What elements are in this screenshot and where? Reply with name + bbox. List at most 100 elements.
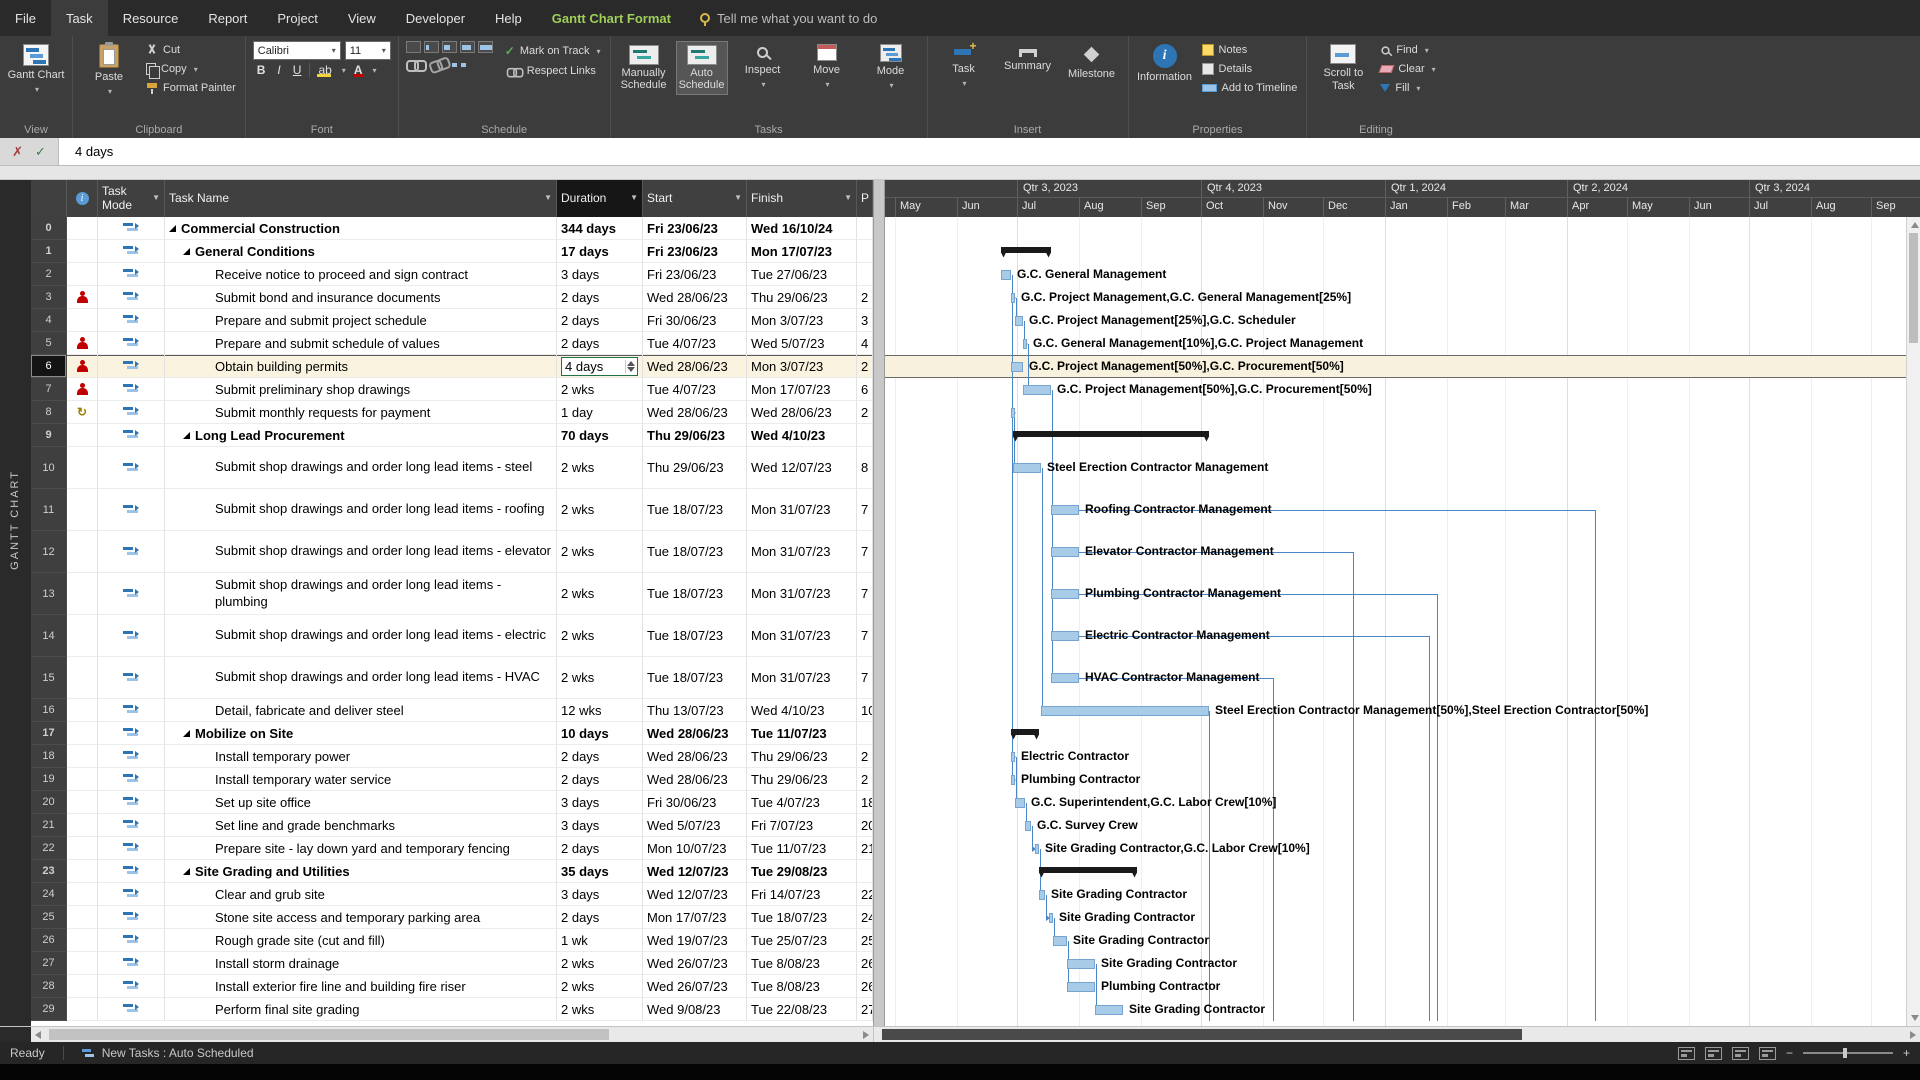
duration-cell[interactable]: 12 wks bbox=[557, 699, 643, 722]
start-cell[interactable]: Mon 10/07/23 bbox=[643, 837, 747, 860]
finish-cell[interactable]: Fri 14/07/23 bbox=[747, 883, 857, 906]
table-row[interactable]: 27Install storm drainage2 wksWed 26/07/2… bbox=[31, 952, 873, 975]
row-number[interactable]: 7 bbox=[31, 378, 67, 401]
finish-cell[interactable]: Mon 17/07/23 bbox=[747, 240, 857, 263]
start-cell[interactable]: Fri 30/06/23 bbox=[643, 791, 747, 814]
row-number[interactable]: 26 bbox=[31, 929, 67, 952]
indicators-column-header[interactable]: i bbox=[67, 180, 98, 217]
insert-milestone-button[interactable]: Milestone bbox=[1063, 41, 1121, 81]
italic-button[interactable]: I bbox=[273, 63, 284, 77]
finish-cell[interactable]: Wed 4/10/23 bbox=[747, 699, 857, 722]
add-to-timeline-button[interactable]: Add to Timeline bbox=[1200, 81, 1300, 95]
task-name-cell[interactable]: Prepare and submit project schedule bbox=[165, 309, 557, 332]
task-mode-cell[interactable] bbox=[98, 929, 165, 952]
duration-cell[interactable]: 1 day bbox=[557, 401, 643, 424]
start-cell[interactable]: Tue 18/07/23 bbox=[643, 657, 747, 699]
task-name-cell[interactable]: Stone site access and temporary parking … bbox=[165, 906, 557, 929]
start-cell[interactable]: Wed 28/06/23 bbox=[643, 722, 747, 745]
task-mode-cell[interactable] bbox=[98, 378, 165, 401]
chart-scroll-thumb[interactable] bbox=[882, 1029, 1522, 1040]
chart-horizontal-scrollbar[interactable] bbox=[873, 1027, 1920, 1042]
table-scroll-thumb[interactable] bbox=[49, 1029, 609, 1040]
duration-cell[interactable]: 2 wks bbox=[557, 657, 643, 699]
start-column-header[interactable]: Start▼ bbox=[643, 180, 747, 217]
spinner-up-icon[interactable] bbox=[627, 361, 635, 366]
predecessors-cell[interactable] bbox=[857, 263, 873, 286]
table-row[interactable]: 23Site Grading and Utilities35 daysWed 1… bbox=[31, 860, 873, 883]
predecessors-cell[interactable]: 18 bbox=[857, 791, 873, 814]
task-bar[interactable] bbox=[1023, 339, 1027, 349]
task-name-cell[interactable]: Submit shop drawings and order long lead… bbox=[165, 615, 557, 657]
task-name-cell[interactable]: Clear and grub site bbox=[165, 883, 557, 906]
task-mode-cell[interactable] bbox=[98, 489, 165, 531]
task-bar[interactable] bbox=[1051, 547, 1079, 557]
finish-cell[interactable]: Tue 27/06/23 bbox=[747, 263, 857, 286]
task-bar[interactable] bbox=[1051, 589, 1079, 599]
duration-cell[interactable]: 2 days bbox=[557, 768, 643, 791]
task-name-cell[interactable]: General Conditions bbox=[165, 240, 557, 263]
filter-arrow-icon[interactable]: ▼ bbox=[152, 194, 160, 203]
task-name-cell[interactable]: Mobilize on Site bbox=[165, 722, 557, 745]
start-cell[interactable]: Wed 9/08/23 bbox=[643, 998, 747, 1021]
task-name-cell[interactable]: Receive notice to proceed and sign contr… bbox=[165, 263, 557, 286]
insert-task-button[interactable]: Task ▾ bbox=[935, 41, 993, 88]
predecessors-cell[interactable]: 20 bbox=[857, 814, 873, 837]
row-number[interactable]: 12 bbox=[31, 531, 67, 573]
task-name-cell[interactable]: Prepare site - lay down yard and tempora… bbox=[165, 837, 557, 860]
table-row[interactable]: 6Obtain building permits4 daysWed 28/06/… bbox=[31, 355, 873, 378]
tab-task[interactable]: Task bbox=[51, 0, 108, 36]
task-bar[interactable] bbox=[1041, 706, 1209, 716]
start-cell[interactable]: Tue 4/07/23 bbox=[643, 378, 747, 401]
table-row[interactable]: 20Set up site office3 daysFri 30/06/23Tu… bbox=[31, 791, 873, 814]
task-bar[interactable] bbox=[1051, 673, 1079, 683]
predecessors-cell[interactable] bbox=[857, 424, 873, 447]
task-name-cell[interactable]: Set up site office bbox=[165, 791, 557, 814]
row-number[interactable]: 14 bbox=[31, 615, 67, 657]
finish-cell[interactable]: Tue 8/08/23 bbox=[747, 975, 857, 998]
underline-button[interactable]: U bbox=[289, 63, 306, 77]
start-cell[interactable]: Wed 26/07/23 bbox=[643, 952, 747, 975]
task-bar[interactable] bbox=[1035, 844, 1039, 854]
task-bar[interactable] bbox=[1039, 890, 1045, 900]
duration-column-header[interactable]: Duration▼ bbox=[557, 180, 643, 217]
zoom-slider[interactable] bbox=[1803, 1052, 1893, 1054]
font-size-combo[interactable]: 11 ▾ bbox=[345, 41, 391, 60]
tab-developer[interactable]: Developer bbox=[391, 0, 480, 36]
task-mode-cell[interactable] bbox=[98, 998, 165, 1021]
duration-cell[interactable]: 35 days bbox=[557, 860, 643, 883]
task-bar[interactable] bbox=[1001, 270, 1011, 280]
start-cell[interactable]: Wed 28/06/23 bbox=[643, 401, 747, 424]
table-row[interactable]: 25Stone site access and temporary parkin… bbox=[31, 906, 873, 929]
predecessors-cell[interactable]: 7 bbox=[857, 615, 873, 657]
predecessors-cell[interactable]: 2 bbox=[857, 286, 873, 309]
start-cell[interactable]: Wed 28/06/23 bbox=[643, 286, 747, 309]
task-name-cell[interactable]: Rough grade site (cut and fill) bbox=[165, 929, 557, 952]
expand-collapse-triangle[interactable] bbox=[183, 432, 190, 439]
task-mode-cell[interactable] bbox=[98, 952, 165, 975]
task-mode-cell[interactable] bbox=[98, 814, 165, 837]
task-mode-cell[interactable] bbox=[98, 263, 165, 286]
start-cell[interactable]: Fri 23/06/23 bbox=[643, 263, 747, 286]
finish-cell[interactable]: Mon 31/07/23 bbox=[747, 615, 857, 657]
task-name-cell[interactable]: Commercial Construction bbox=[165, 217, 557, 240]
row-number[interactable]: 11 bbox=[31, 489, 67, 531]
finish-cell[interactable]: Tue 18/07/23 bbox=[747, 906, 857, 929]
predecessors-cell[interactable]: 6 bbox=[857, 378, 873, 401]
finish-cell[interactable]: Wed 16/10/24 bbox=[747, 217, 857, 240]
start-cell[interactable]: Tue 18/07/23 bbox=[643, 573, 747, 615]
task-name-cell[interactable]: Submit monthly requests for payment bbox=[165, 401, 557, 424]
predecessors-cell[interactable]: 7 bbox=[857, 531, 873, 573]
paste-button[interactable]: Paste ▾ bbox=[80, 41, 138, 96]
finish-cell[interactable]: Tue 4/07/23 bbox=[747, 791, 857, 814]
task-bar[interactable] bbox=[1095, 1005, 1123, 1015]
expand-collapse-triangle[interactable] bbox=[183, 730, 190, 737]
task-mode-cell[interactable] bbox=[98, 745, 165, 768]
row-number[interactable]: 1 bbox=[31, 240, 67, 263]
move-button[interactable]: Move ▾ bbox=[798, 41, 856, 89]
percent-complete-100-button[interactable] bbox=[478, 41, 493, 53]
predecessors-cell[interactable]: 21 bbox=[857, 837, 873, 860]
duration-cell[interactable]: 2 wks bbox=[557, 615, 643, 657]
task-name-cell[interactable]: Submit bond and insurance documents bbox=[165, 286, 557, 309]
zoom-in-button[interactable]: + bbox=[1903, 1046, 1910, 1060]
duration-cell[interactable]: 2 days bbox=[557, 332, 643, 355]
